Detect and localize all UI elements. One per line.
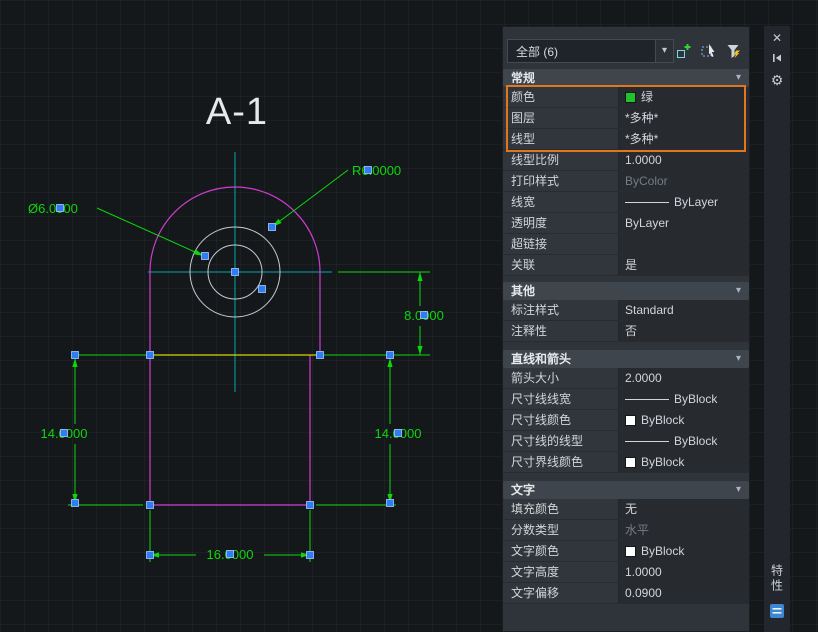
lineweight-preview bbox=[625, 398, 669, 400]
dimension-height-8[interactable]: 8.0000 bbox=[338, 271, 444, 355]
dimension-right-14[interactable]: 14.0000 bbox=[316, 358, 422, 506]
property-row-color[interactable]: 颜色 绿 bbox=[503, 87, 749, 108]
section-header-general[interactable]: 常规 ▾ bbox=[503, 69, 749, 87]
property-row-extline-color[interactable]: 尺寸界线颜色 ByBlock bbox=[503, 452, 749, 473]
property-row-linetype-scale[interactable]: 线型比例 1.0000 bbox=[503, 150, 749, 171]
quick-select-icon[interactable] bbox=[724, 42, 743, 61]
dimension-diameter-leader[interactable]: Ø6.0000 bbox=[28, 201, 205, 258]
property-row-hyperlink[interactable]: 超链接 bbox=[503, 234, 749, 255]
property-row-arrow-size[interactable]: 箭头大小 2.0000 bbox=[503, 368, 749, 389]
properties-palette: 全部 (6) ▾ 常规 ▾ 颜色 绿 图层 *多种* 线型 *多种* 线型比例 … bbox=[502, 26, 750, 632]
select-objects-icon[interactable] bbox=[699, 42, 718, 61]
color-swatch-white bbox=[625, 456, 636, 468]
property-row-annotative[interactable]: 注释性 否 bbox=[503, 321, 749, 342]
chevron-icon[interactable]: ▾ bbox=[736, 282, 741, 300]
selection-grips[interactable] bbox=[56, 166, 428, 559]
section-header-text[interactable]: 文字 ▾ bbox=[503, 481, 749, 499]
property-row-fill-color[interactable]: 填充颜色 无 bbox=[503, 499, 749, 520]
chevron-icon[interactable]: ▾ bbox=[736, 69, 741, 87]
palette-toolbar bbox=[674, 42, 743, 61]
property-row-dimline-color[interactable]: 尺寸线颜色 ByBlock bbox=[503, 410, 749, 431]
chevron-icon[interactable]: ▾ bbox=[736, 350, 741, 368]
property-row-text-offset[interactable]: 文字偏移 0.0900 bbox=[503, 583, 749, 604]
property-row-layer[interactable]: 图层 *多种* bbox=[503, 108, 749, 129]
property-row-transparency[interactable]: 透明度 ByLayer bbox=[503, 213, 749, 234]
dimension-left-14[interactable]: 14.0000 bbox=[41, 358, 144, 506]
autocad-workspace: A-1 R6.0000 Ø6.0000 全部 (6) ▾ 常规 ▾ 颜色 绿 图… bbox=[0, 0, 818, 632]
chevron-down-icon[interactable]: ▾ bbox=[655, 40, 673, 62]
selection-filter-value: 全部 (6) bbox=[516, 44, 559, 59]
property-row-associative[interactable]: 关联 是 bbox=[503, 255, 749, 276]
color-swatch-white bbox=[625, 545, 636, 557]
property-row-dim-style[interactable]: 标注样式 Standard bbox=[503, 300, 749, 321]
palette-titlebar[interactable]: ✕ ⚙ 特性 bbox=[764, 26, 790, 632]
property-row-linetype[interactable]: 线型 *多种* bbox=[503, 129, 749, 150]
chevron-icon[interactable]: ▾ bbox=[736, 481, 741, 499]
property-row-fraction-type[interactable]: 分数类型 水平 bbox=[503, 520, 749, 541]
property-row-dimline-linetype[interactable]: 尺寸线的线型 ByBlock bbox=[503, 431, 749, 452]
dimension-radius-leader[interactable]: R6.0000 bbox=[270, 163, 401, 229]
selection-filter-dropdown[interactable]: 全部 (6) ▾ bbox=[507, 39, 674, 63]
svg-text:Ø6.0000: Ø6.0000 bbox=[28, 201, 78, 216]
section-header-misc[interactable]: 其他 ▾ bbox=[503, 282, 749, 300]
toggle-pickadd-icon[interactable] bbox=[674, 42, 693, 61]
drawing-title-text[interactable]: A-1 bbox=[206, 91, 268, 133]
property-row-dimline-lineweight[interactable]: 尺寸线线宽 ByBlock bbox=[503, 389, 749, 410]
linetype-preview bbox=[625, 440, 669, 442]
lineweight-preview bbox=[625, 201, 669, 203]
color-swatch-green bbox=[625, 91, 636, 103]
drawing-svg: A-1 R6.0000 Ø6.0000 bbox=[28, 91, 444, 562]
svg-text:R6.0000: R6.0000 bbox=[352, 163, 401, 178]
property-row-lineweight[interactable]: 线宽 ByLayer bbox=[503, 192, 749, 213]
palette-title: 特性 bbox=[769, 564, 784, 594]
gear-icon[interactable]: ⚙ bbox=[771, 71, 784, 89]
palette-properties-icon[interactable] bbox=[769, 603, 785, 624]
selection-filter-row: 全部 (6) ▾ bbox=[507, 39, 745, 63]
property-row-plot-style[interactable]: 打印样式 ByColor bbox=[503, 171, 749, 192]
property-row-text-color[interactable]: 文字颜色 ByBlock bbox=[503, 541, 749, 562]
auto-hide-icon[interactable] bbox=[770, 51, 784, 66]
close-icon[interactable]: ✕ bbox=[772, 31, 782, 46]
color-swatch-white bbox=[625, 414, 636, 426]
section-header-lines-arrows[interactable]: 直线和箭头 ▾ bbox=[503, 350, 749, 368]
centerlines[interactable] bbox=[148, 152, 332, 392]
property-row-text-height[interactable]: 文字高度 1.0000 bbox=[503, 562, 749, 583]
